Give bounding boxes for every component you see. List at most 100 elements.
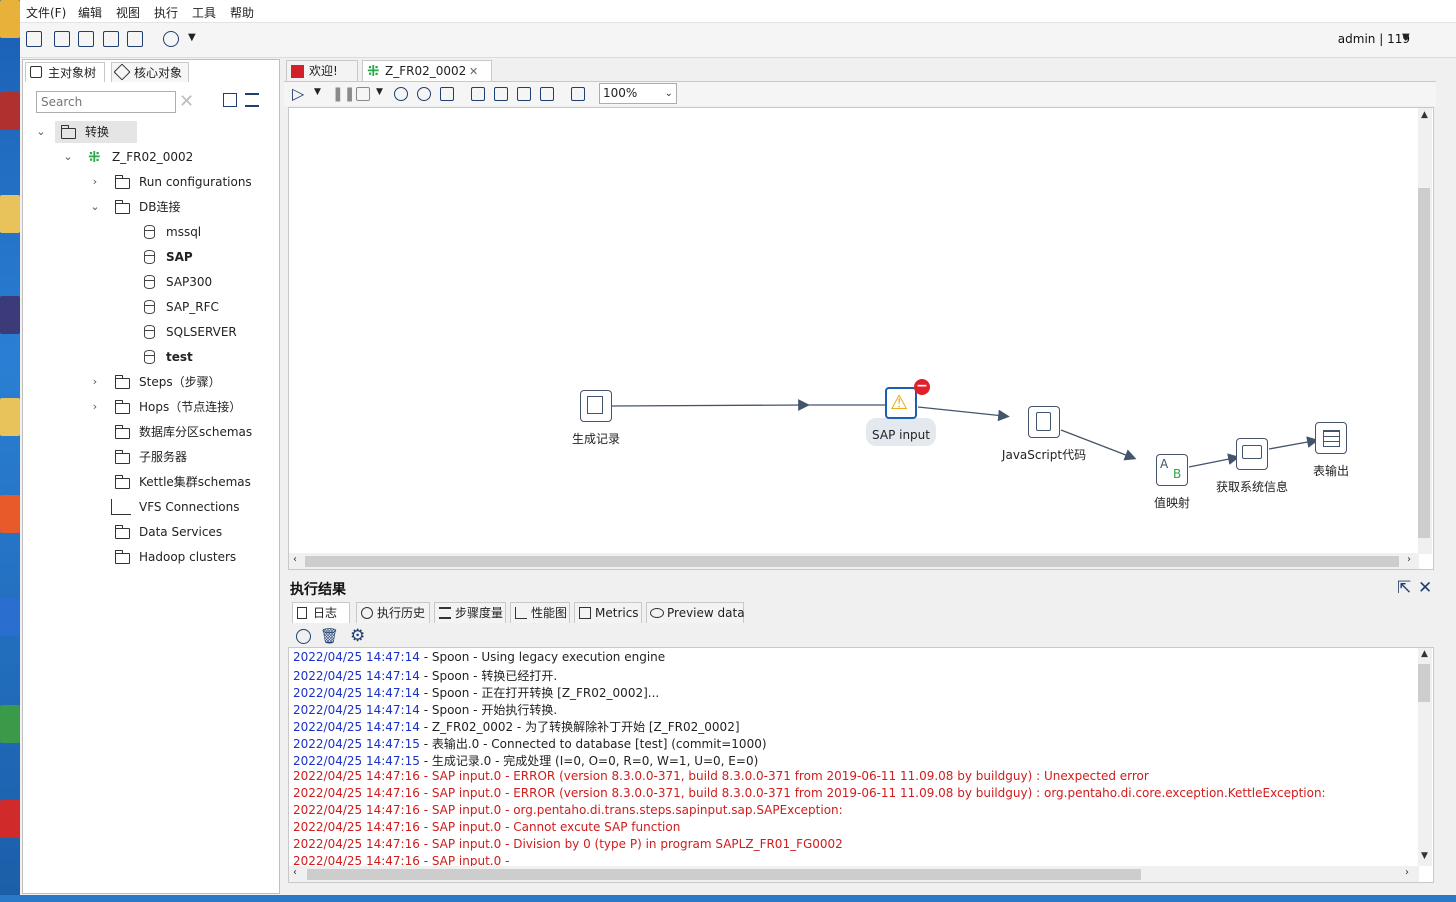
tree-item-db-test[interactable]: test [23, 346, 279, 368]
tree-item-steps[interactable]: › Steps（步骤） [23, 371, 279, 393]
close-panel-icon[interactable]: ✕ [1418, 578, 1432, 598]
step-value-mapper[interactable]: A B [1156, 454, 1188, 486]
desktop-shortcut-icon[interactable] [0, 92, 20, 130]
log-horizontal-scrollbar[interactable]: ‹ › [289, 866, 1419, 882]
chevron-down-icon[interactable]: ⌄ [35, 121, 47, 143]
scroll-left-icon[interactable]: ‹ [293, 867, 297, 878]
show-results-icon[interactable] [571, 87, 585, 101]
save-as-icon[interactable] [127, 31, 143, 47]
canvas-vertical-scrollbar[interactable]: ▲ [1418, 108, 1432, 554]
tree-item-data-services[interactable]: Data Services [23, 521, 279, 543]
tab-main-tree[interactable]: 主对象树 [25, 62, 105, 82]
tree-item-partition-schemas[interactable]: 数据库分区schemas [23, 421, 279, 443]
trash-icon[interactable]: 🗑 [320, 627, 339, 645]
tree-item-db-sap-rfc[interactable]: SAP_RFC [23, 296, 279, 318]
desktop-shortcut-icon[interactable] [0, 598, 20, 636]
scrollbar-thumb[interactable] [307, 869, 1141, 880]
debug-icon[interactable] [417, 87, 431, 101]
tree-item-run-configurations[interactable]: › Run configurations [23, 171, 279, 193]
menu-file[interactable]: 文件(F) [26, 4, 66, 21]
scrollbar-thumb[interactable] [305, 556, 1399, 567]
preview-icon[interactable] [394, 87, 408, 101]
desktop-shortcut-icon[interactable] [0, 296, 20, 334]
step-sap-input[interactable]: ⚠ [885, 387, 917, 419]
stop-options-caret-icon[interactable]: ▼ [376, 87, 383, 97]
explore-repository-icon[interactable] [78, 31, 94, 47]
scroll-right-icon[interactable]: › [1405, 867, 1409, 878]
desktop-folder-icon[interactable] [0, 195, 20, 233]
tree-item-sub-servers[interactable]: 子服务器 [23, 446, 279, 468]
user-info[interactable]: admin | 119 [1338, 32, 1410, 46]
perspective-layers-icon[interactable] [163, 31, 179, 47]
tree-item-db-sqlserver[interactable]: SQLSERVER [23, 321, 279, 343]
hop-sysinfo-to-output[interactable] [1268, 436, 1319, 450]
tree-item-db-sap300[interactable]: SAP300 [23, 271, 279, 293]
user-menu-caret-icon[interactable]: ▼ [1402, 32, 1410, 43]
chevron-right-icon[interactable]: › [89, 171, 101, 193]
chevron-down-icon[interactable]: ⌄ [89, 196, 101, 218]
search-input[interactable] [36, 91, 176, 113]
zoom-select[interactable]: 100% ⌄ [599, 83, 677, 104]
impact-icon[interactable] [494, 87, 508, 101]
tree-item-db-connections[interactable]: ⌄ DB连接 [23, 196, 279, 218]
tree-item-transformation[interactable]: ⌄ ⁜ Z_FR02_0002 [23, 146, 279, 168]
scroll-up-icon[interactable]: ▲ [1421, 649, 1428, 659]
scrollbar-thumb[interactable] [1418, 188, 1430, 538]
scroll-down-icon[interactable]: ▼ [1421, 851, 1428, 861]
explore-db-icon[interactable] [540, 87, 554, 101]
open-file-icon[interactable] [54, 31, 70, 47]
tab-core-objects[interactable]: 核心对象 [111, 62, 189, 82]
save-icon[interactable] [103, 31, 119, 47]
hop-mapper-to-sysinfo[interactable] [1188, 453, 1240, 468]
tab-history[interactable]: 执行历史 [356, 602, 430, 623]
stop-log-icon[interactable] [296, 629, 311, 644]
desktop-folder-icon[interactable] [0, 398, 20, 436]
sql-icon[interactable] [517, 87, 531, 101]
clear-search-icon[interactable]: ✕ [179, 91, 194, 112]
tree-item-vfs[interactable]: VFS Connections [23, 496, 279, 518]
canvas-horizontal-scrollbar[interactable]: ‹ › [289, 553, 1419, 569]
verify-icon[interactable] [471, 87, 485, 101]
desktop-shortcut-icon[interactable] [0, 705, 20, 743]
tree-item-hops[interactable]: › Hops（节点连接） [23, 396, 279, 418]
hop-generate-to-sap[interactable] [610, 399, 810, 411]
menu-view[interactable]: 视图 [116, 4, 140, 21]
settings-gear-icon[interactable]: ⚙ [350, 626, 365, 646]
tab-welcome[interactable]: 欢迎! [286, 60, 358, 81]
tree-item-cluster-schemas[interactable]: Kettle集群schemas [23, 471, 279, 493]
maximize-panel-icon[interactable]: ⇱ [1397, 578, 1411, 598]
scroll-right-icon[interactable]: › [1407, 554, 1411, 565]
log-vertical-scrollbar[interactable]: ▲ ▼ [1418, 648, 1432, 866]
collapse-all-icon[interactable] [223, 93, 237, 107]
run-options-caret-icon[interactable]: ▼ [314, 87, 321, 97]
new-file-icon[interactable] [26, 31, 42, 47]
scrollbar-thumb[interactable] [1418, 664, 1430, 702]
tab-step-metrics[interactable]: 步骤度量 [434, 602, 506, 623]
stop-icon[interactable] [356, 87, 370, 101]
chevron-right-icon[interactable]: › [89, 396, 101, 418]
tree-item-root[interactable]: ⌄ 转换 [23, 121, 279, 143]
run-icon[interactable]: ▷ [292, 84, 304, 103]
step-generate-rows[interactable] [580, 390, 612, 422]
replay-icon[interactable] [440, 87, 454, 101]
tab-transformation[interactable]: ⁜ Z_FR02_0002 ✕ [362, 60, 492, 81]
scroll-up-icon[interactable]: ▲ [1421, 110, 1428, 120]
menu-tools[interactable]: 工具 [192, 4, 216, 21]
desktop-shortcut-icon[interactable] [0, 495, 20, 533]
expand-all-icon[interactable] [245, 93, 259, 107]
step-javascript[interactable] [1028, 406, 1060, 438]
chevron-down-icon[interactable]: ⌄ [62, 146, 74, 168]
chevron-right-icon[interactable]: › [89, 371, 101, 393]
tab-preview-data[interactable]: Preview data [646, 602, 745, 623]
hop-sap-to-js[interactable] [917, 406, 1010, 422]
tab-performance[interactable]: 性能图 [510, 602, 570, 623]
scroll-left-icon[interactable]: ‹ [293, 554, 297, 565]
menu-run[interactable]: 执行 [154, 4, 178, 21]
tree-item-db-sap[interactable]: SAP [23, 246, 279, 268]
menu-help[interactable]: 帮助 [230, 4, 254, 21]
close-tab-icon[interactable]: ✕ [469, 61, 478, 82]
log-view[interactable]: 2022/04/25 14:47:14 - Spoon - Using lega… [288, 647, 1434, 883]
pause-icon[interactable]: ❚❚ [332, 86, 355, 102]
transformation-canvas[interactable]: 生成记录 ⚠ − SAP input JavaScript代码 A B 值映射 … [288, 107, 1434, 570]
desktop-shortcut-icon[interactable] [0, 0, 20, 38]
